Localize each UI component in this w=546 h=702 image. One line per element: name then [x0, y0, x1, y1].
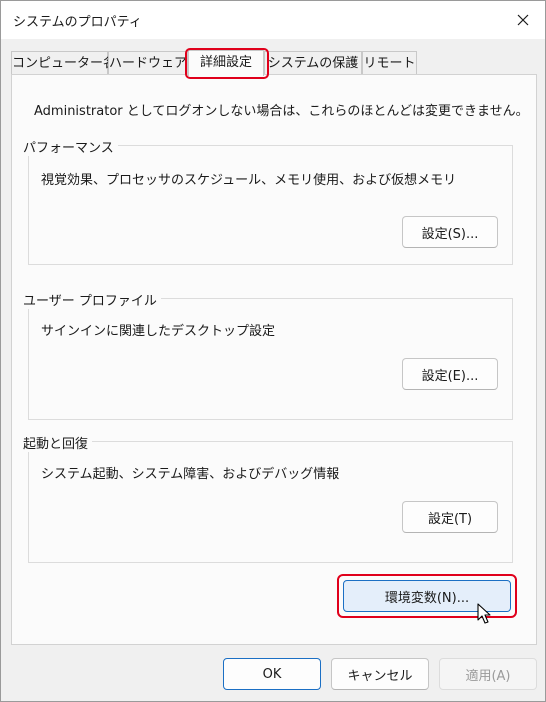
environment-variables-button[interactable]: 環境変数(N)... [343, 580, 511, 612]
performance-group-title: パフォーマンス [21, 137, 118, 156]
admin-notice-text: Administrator としてログオンしない場合は、これらのほとんどは変更で… [34, 104, 529, 119]
advanced-tab-panel: Administrator としてログオンしない場合は、これらのほとんどは変更で… [11, 74, 537, 645]
title-bar: システムのプロパティ [1, 1, 545, 39]
startup-recovery-group-title: 起動と回復 [21, 433, 93, 452]
user-profiles-settings-button[interactable]: 設定(E)... [402, 358, 498, 390]
performance-settings-button[interactable]: 設定(S)... [402, 216, 498, 248]
tab-system-protection[interactable]: システムの保護 [264, 51, 362, 75]
startup-recovery-settings-button[interactable]: 設定(T) [402, 501, 498, 533]
tab-hardware[interactable]: ハードウェア [108, 51, 188, 75]
performance-group: パフォーマンス 視覚効果、プロセッサのスケジュール、メモリ使用、および仮想メモリ… [21, 137, 513, 265]
performance-description: 視覚効果、プロセッサのスケジュール、メモリ使用、および仮想メモリ [41, 173, 457, 188]
tab-computer-name[interactable]: コンピューター名 [11, 51, 116, 75]
user-profiles-description: サインインに関連したデスクトップ設定 [41, 324, 276, 339]
user-profiles-group: ユーザー プロファイル サインインに関連したデスクトップ設定 設定(E)... [21, 290, 513, 420]
apply-button[interactable]: 適用(A) [439, 658, 537, 690]
system-properties-dialog: システムのプロパティ コンピューター名 ハードウェア 詳細設定 システムの保護 … [0, 0, 546, 702]
startup-recovery-group: 起動と回復 システム起動、システム障害、およびデバッグ情報 設定(T) [21, 433, 513, 563]
cancel-button[interactable]: キャンセル [331, 658, 429, 690]
ok-button[interactable]: OK [223, 658, 321, 690]
close-icon [517, 14, 529, 26]
window-title: システムのプロパティ [13, 15, 142, 30]
tab-advanced[interactable]: 詳細設定 [188, 50, 264, 76]
startup-recovery-description: システム起動、システム障害、およびデバッグ情報 [41, 467, 340, 482]
user-profiles-group-title: ユーザー プロファイル [21, 290, 161, 309]
close-button[interactable] [501, 1, 545, 39]
tab-remote[interactable]: リモート [362, 51, 417, 75]
